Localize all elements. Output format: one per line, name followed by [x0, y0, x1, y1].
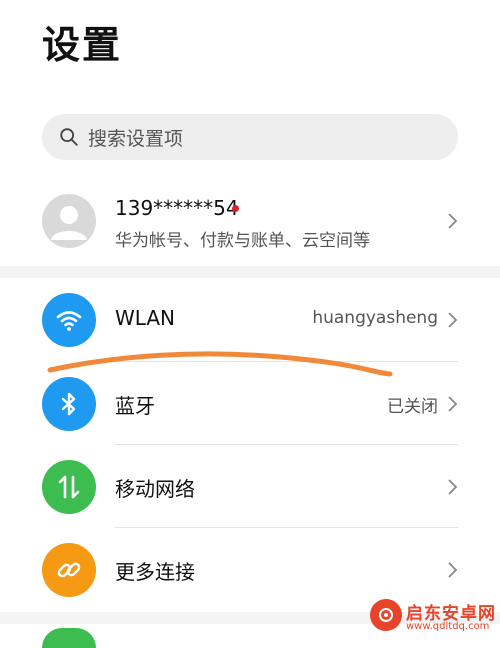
- search-bar[interactable]: 搜索设置项: [42, 114, 458, 160]
- chevron-right-icon: [448, 213, 458, 229]
- settings-item-label: 蓝牙: [115, 394, 155, 418]
- watermark: 启东安卓网 www.qdltdq.com: [370, 597, 498, 637]
- next-item-icon-peek: [42, 628, 96, 648]
- settings-item-bluetooth[interactable]: 蓝牙 已关闭: [0, 362, 500, 446]
- search-placeholder: 搜索设置项: [88, 127, 184, 150]
- search-icon: [60, 128, 78, 146]
- avatar: [42, 194, 96, 248]
- settings-item-value: 已关闭: [387, 397, 438, 417]
- account-subtitle: 华为帐号、付款与账单、云空间等: [115, 231, 370, 251]
- section-divider: [0, 266, 500, 278]
- page-title: 设置: [42, 23, 123, 67]
- bluetooth-icon: [42, 377, 96, 431]
- settings-item-value: huangyasheng: [312, 308, 438, 328]
- chevron-right-icon: [448, 562, 458, 578]
- watermark-logo-icon: [370, 599, 402, 631]
- link-icon: [42, 543, 96, 597]
- settings-item-wlan[interactable]: WLAN huangyasheng: [0, 278, 500, 362]
- chevron-right-icon: [448, 479, 458, 495]
- settings-item-label: 移动网络: [115, 477, 195, 501]
- chevron-right-icon: [448, 312, 458, 328]
- account-row[interactable]: 139******54 华为帐号、付款与账单、云空间等: [0, 188, 500, 256]
- mobile-data-icon: [42, 460, 96, 514]
- settings-item-label: WLAN: [115, 306, 176, 330]
- settings-item-label: 更多连接: [115, 560, 195, 584]
- settings-item-mobile-network[interactable]: 移动网络: [0, 445, 500, 529]
- watermark-url: www.qdltdq.com: [406, 621, 490, 632]
- wifi-icon: [42, 293, 96, 347]
- chevron-right-icon: [448, 396, 458, 412]
- notification-dot: [232, 205, 239, 212]
- user-avatar-icon: [51, 206, 87, 240]
- account-phone: 139******54: [115, 196, 239, 220]
